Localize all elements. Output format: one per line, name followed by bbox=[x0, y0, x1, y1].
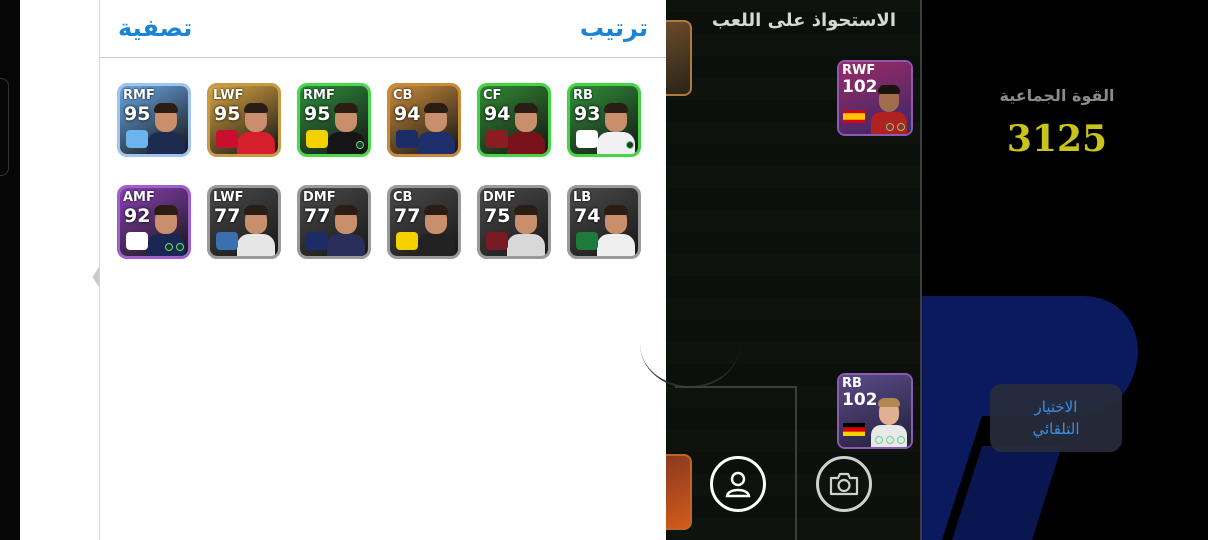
card-rating: 94 bbox=[484, 103, 511, 125]
field-title: الاستحواذ على اللعب bbox=[711, 10, 896, 31]
player-portrait bbox=[237, 102, 275, 154]
club-badge-icon bbox=[576, 130, 598, 148]
card-rating: 75 bbox=[484, 205, 511, 227]
club-badge-icon bbox=[576, 232, 598, 250]
squad-screen: ❮ تصفية ترتيب RMF95LWF95RMF95CB94CF94RB9… bbox=[0, 0, 1208, 540]
germany-flag-icon bbox=[843, 423, 865, 436]
skill-indicators bbox=[165, 243, 184, 253]
player-card[interactable]: LWF 77 bbox=[207, 185, 281, 259]
club-badge-icon bbox=[126, 130, 148, 148]
player-card[interactable]: DMF 77 bbox=[297, 185, 371, 259]
pitch-player-card-partial[interactable] bbox=[666, 454, 692, 530]
spain-flag-icon bbox=[843, 110, 865, 123]
filter-button[interactable]: تصفية bbox=[118, 14, 192, 42]
card-position: DMF bbox=[483, 190, 516, 205]
player-card[interactable]: CB 77 bbox=[387, 185, 461, 259]
club-badge-icon bbox=[306, 232, 328, 250]
card-position: CF bbox=[483, 88, 502, 103]
card-rating: 77 bbox=[304, 205, 331, 227]
player-portrait bbox=[507, 102, 545, 154]
skill-indicators bbox=[886, 123, 905, 131]
player-portrait bbox=[237, 204, 275, 256]
card-position: CB bbox=[393, 190, 413, 205]
card-position: RMF bbox=[123, 88, 155, 103]
player-portrait bbox=[417, 204, 455, 256]
team-strength-value: 3125 bbox=[1006, 118, 1108, 160]
player-portrait bbox=[327, 204, 365, 256]
skill-indicators bbox=[626, 141, 634, 151]
back-area: ❮ bbox=[20, 0, 125, 540]
player-view-button[interactable] bbox=[710, 456, 766, 512]
player-card[interactable]: CF 94 bbox=[477, 83, 551, 157]
device-notch bbox=[0, 78, 9, 176]
card-position: RWF bbox=[842, 63, 876, 78]
sort-button[interactable]: ترتيب bbox=[580, 14, 648, 42]
player-selection-panel: تصفية ترتيب RMF 95 LWF 95 RMF 95 CB 94 CF 94 RB 93 A… bbox=[100, 0, 666, 540]
club-badge-icon bbox=[216, 130, 238, 148]
player-portrait bbox=[147, 102, 185, 154]
card-position: CB bbox=[393, 88, 413, 103]
club-badge-icon bbox=[306, 130, 328, 148]
player-card[interactable]: LWF 95 bbox=[207, 83, 281, 157]
player-card[interactable]: CB 94 bbox=[387, 83, 461, 157]
card-rating: 74 bbox=[574, 205, 601, 227]
player-card[interactable]: RMF 95 bbox=[297, 83, 371, 157]
card-position: DMF bbox=[303, 190, 336, 205]
card-rating: 93 bbox=[574, 103, 601, 125]
player-portrait bbox=[417, 102, 455, 154]
player-card[interactable]: RMF 95 bbox=[117, 83, 191, 157]
panel-header: تصفية ترتيب bbox=[100, 0, 666, 58]
card-rating: 95 bbox=[214, 103, 241, 125]
club-badge-icon bbox=[126, 232, 148, 250]
club-badge-icon bbox=[396, 232, 418, 250]
pitch-arc bbox=[640, 300, 740, 388]
pitch-player-card[interactable]: RWF 102 bbox=[837, 60, 913, 136]
player-card[interactable]: LB 74 bbox=[567, 185, 641, 259]
player-card[interactable]: AMF 92 bbox=[117, 185, 191, 259]
card-rating: 92 bbox=[124, 205, 151, 227]
player-portrait bbox=[507, 204, 545, 256]
card-position: RMF bbox=[303, 88, 335, 103]
card-position: RB bbox=[842, 376, 862, 391]
card-position: LWF bbox=[213, 88, 244, 103]
auto-select-button[interactable]: الاختيار التلقائي bbox=[990, 384, 1122, 452]
card-rating: 94 bbox=[394, 103, 421, 125]
player-portrait bbox=[597, 204, 635, 256]
team-strength-label: القوة الجماعية bbox=[999, 86, 1115, 105]
club-badge-icon bbox=[396, 130, 418, 148]
card-rating: 95 bbox=[124, 103, 151, 125]
player-card[interactable]: RB 93 bbox=[567, 83, 641, 157]
card-position: LB bbox=[573, 190, 592, 205]
card-position: AMF bbox=[123, 190, 155, 205]
screen-edge bbox=[0, 0, 20, 540]
player-card[interactable]: DMF 75 bbox=[477, 185, 551, 259]
club-badge-icon bbox=[216, 232, 238, 250]
camera-icon bbox=[829, 472, 859, 496]
card-position: LWF bbox=[213, 190, 244, 205]
card-rating: 95 bbox=[304, 103, 331, 125]
camera-button[interactable] bbox=[816, 456, 872, 512]
club-badge-icon bbox=[486, 130, 508, 148]
skill-indicators bbox=[875, 436, 905, 444]
card-rating: 77 bbox=[394, 205, 421, 227]
user-icon bbox=[725, 471, 751, 498]
pitch-player-card[interactable]: RB 102 bbox=[837, 373, 913, 449]
pitch-player-card-partial[interactable] bbox=[666, 20, 692, 96]
card-position: RB bbox=[573, 88, 593, 103]
skill-indicators bbox=[356, 141, 364, 151]
card-rating: 77 bbox=[214, 205, 241, 227]
club-badge-icon bbox=[486, 232, 508, 250]
